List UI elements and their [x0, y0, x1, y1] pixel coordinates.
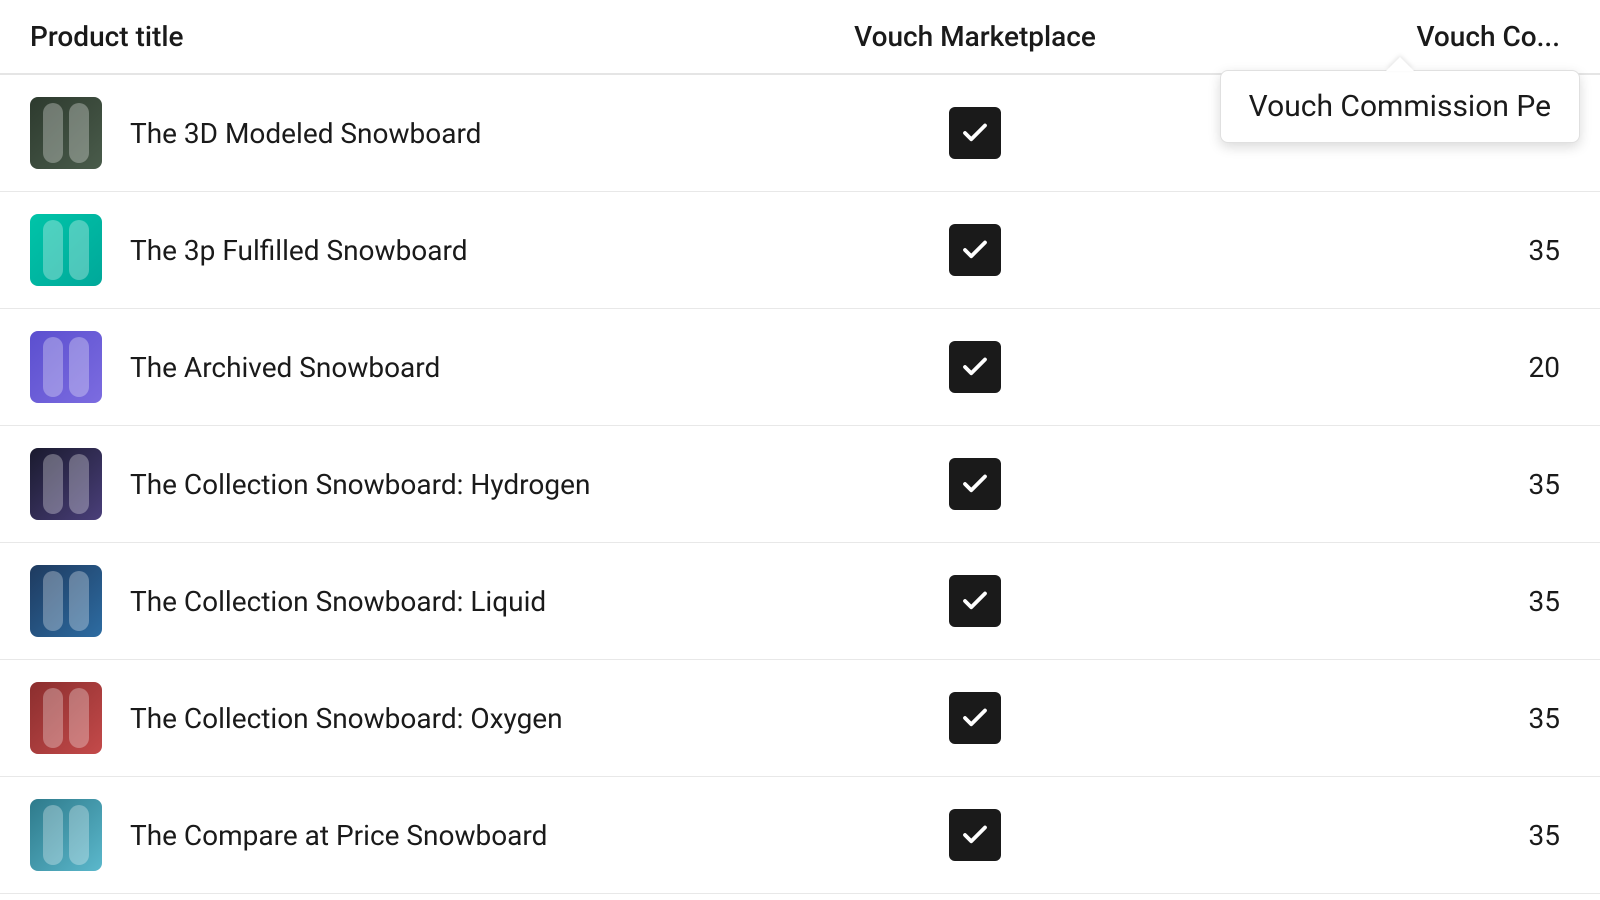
- table-row: The Archived Snowboard 20: [0, 309, 1600, 426]
- board-icon: [40, 220, 92, 280]
- checkmark-icon: [960, 820, 990, 850]
- product-name: The Collection Snowboard: Liquid: [130, 585, 546, 618]
- table-row: The Collection Snowboard: Liquid 35: [0, 543, 1600, 660]
- checkbox-checked[interactable]: [949, 341, 1001, 393]
- vouch-marketplace-cell-7[interactable]: [800, 777, 1150, 894]
- product-thumbnail: [30, 97, 102, 169]
- board-icon: [40, 103, 92, 163]
- checkbox-checked[interactable]: [949, 458, 1001, 510]
- col-header-vouch-marketplace: Vouch Marketplace: [800, 0, 1150, 74]
- product-name: The Archived Snowboard: [130, 351, 440, 384]
- vouch-marketplace-cell-3[interactable]: [800, 309, 1150, 426]
- vouch-marketplace-cell-5[interactable]: [800, 543, 1150, 660]
- checkmark-icon: [960, 352, 990, 382]
- checkbox-checked[interactable]: [949, 692, 1001, 744]
- product-cell-7: The Compare at Price Snowboard: [0, 777, 800, 894]
- board-icon: [40, 337, 92, 397]
- product-name: The Collection Snowboard: Hydrogen: [130, 468, 590, 501]
- board-icon: [40, 805, 92, 865]
- product-cell-4: The Collection Snowboard: Hydrogen: [0, 426, 800, 543]
- commission-cell-5: 35: [1150, 543, 1600, 660]
- commission-cell-7: 35: [1150, 777, 1600, 894]
- product-thumbnail: [30, 214, 102, 286]
- vouch-marketplace-cell-2[interactable]: [800, 192, 1150, 309]
- vouch-marketplace-cell-6[interactable]: [800, 660, 1150, 777]
- checkbox-checked[interactable]: [949, 809, 1001, 861]
- checkmark-icon: [960, 469, 990, 499]
- commission-cell-4: 35: [1150, 426, 1600, 543]
- vouch-marketplace-cell-8[interactable]: [800, 894, 1150, 900]
- commission-cell-6: 35: [1150, 660, 1600, 777]
- product-info: The 3p Fulfilled Snowboard: [30, 214, 770, 286]
- commission-cell-8: 36: [1150, 894, 1600, 900]
- product-cell-2: The 3p Fulfilled Snowboard: [0, 192, 800, 309]
- product-thumbnail: [30, 331, 102, 403]
- board-icon: [40, 571, 92, 631]
- product-thumbnail: [30, 682, 102, 754]
- products-table: Product title Vouch Marketplace Vouch Co…: [0, 0, 1600, 900]
- checkmark-icon: [960, 118, 990, 148]
- table-row: The Collection Snowboard: Hydrogen 35: [0, 426, 1600, 543]
- vouch-marketplace-cell-1[interactable]: [800, 74, 1150, 192]
- product-info: The 3D Modeled Snowboard: [30, 97, 770, 169]
- vouch-marketplace-cell-4[interactable]: [800, 426, 1150, 543]
- product-info: The Collection Snowboard: Hydrogen: [30, 448, 770, 520]
- product-name: The Compare at Price Snowboard: [130, 819, 547, 852]
- checkmark-icon: [960, 235, 990, 265]
- products-table-container: Product title Vouch Marketplace Vouch Co…: [0, 0, 1600, 900]
- vouch-commission-tooltip: Vouch Commission Pe: [1220, 70, 1580, 143]
- table-header-row: Product title Vouch Marketplace Vouch Co…: [0, 0, 1600, 74]
- table-row: The 3p Fulfilled Snowboard 35: [0, 192, 1600, 309]
- board-icon: [40, 454, 92, 514]
- table-row: The Complete Snowboard 36: [0, 894, 1600, 900]
- commission-cell-2: 35: [1150, 192, 1600, 309]
- vouch-commission-tooltip-container: Vouch Co... Vouch Commission Pe: [1416, 20, 1560, 53]
- product-name: The Collection Snowboard: Oxygen: [130, 702, 563, 735]
- board-icon: [40, 688, 92, 748]
- tooltip-arrow: [1386, 57, 1414, 71]
- checkbox-checked[interactable]: [949, 107, 1001, 159]
- product-cell-1: The 3D Modeled Snowboard: [0, 74, 800, 192]
- product-info: The Compare at Price Snowboard: [30, 799, 770, 871]
- product-info: The Archived Snowboard: [30, 331, 770, 403]
- product-name: The 3p Fulfilled Snowboard: [130, 234, 468, 267]
- product-name: The 3D Modeled Snowboard: [130, 117, 481, 150]
- checkmark-icon: [960, 586, 990, 616]
- col-header-vouch-commission: Vouch Co... Vouch Commission Pe: [1150, 0, 1600, 74]
- product-cell-8: The Complete Snowboard: [0, 894, 800, 900]
- checkbox-checked[interactable]: [949, 575, 1001, 627]
- product-cell-5: The Collection Snowboard: Liquid: [0, 543, 800, 660]
- product-thumbnail: [30, 565, 102, 637]
- product-info: The Collection Snowboard: Oxygen: [30, 682, 770, 754]
- product-cell-6: The Collection Snowboard: Oxygen: [0, 660, 800, 777]
- product-thumbnail: [30, 448, 102, 520]
- table-row: The Collection Snowboard: Oxygen 35: [0, 660, 1600, 777]
- checkmark-icon: [960, 703, 990, 733]
- col-header-product-title: Product title: [0, 0, 800, 74]
- checkbox-checked[interactable]: [949, 224, 1001, 276]
- product-info: The Collection Snowboard: Liquid: [30, 565, 770, 637]
- product-cell-3: The Archived Snowboard: [0, 309, 800, 426]
- commission-cell-3: 20: [1150, 309, 1600, 426]
- product-thumbnail: [30, 799, 102, 871]
- table-row: The Compare at Price Snowboard 35: [0, 777, 1600, 894]
